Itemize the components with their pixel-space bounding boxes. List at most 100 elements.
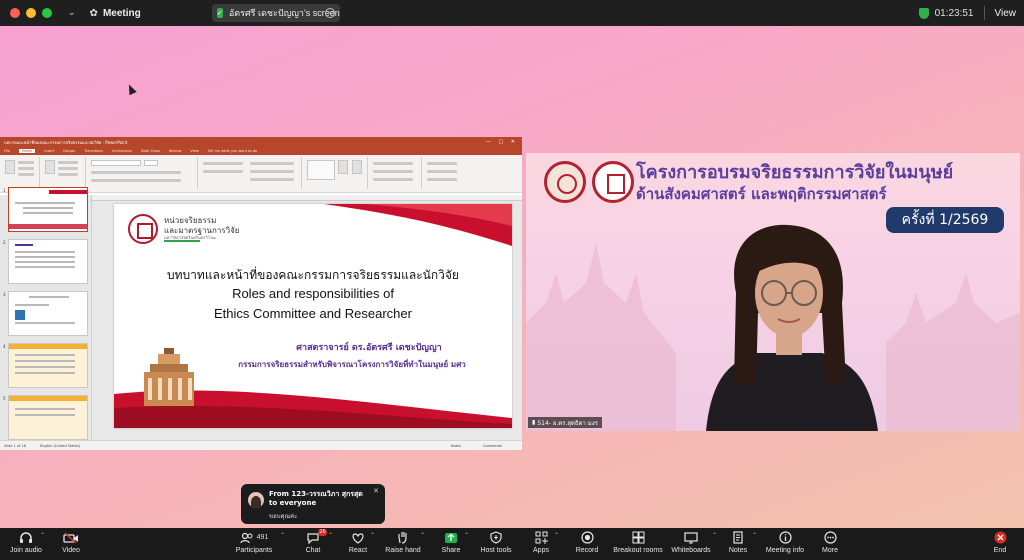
meeting-title-bar: ⌄ ✿ Meeting ✓ อัตรศรี เดชะปัญญา's screen… [0, 0, 1024, 26]
ppt-tab-transitions[interactable]: Transitions [84, 149, 103, 153]
meeting-timer: 01:23:51 [934, 7, 974, 19]
avatar [248, 492, 264, 508]
app-title: Meeting [102, 7, 141, 19]
raise-hand-options-chevron-icon[interactable]: ⌃ [420, 532, 425, 539]
react-button[interactable]: React [344, 528, 372, 560]
ppt-tab-file[interactable]: File [4, 149, 10, 153]
participant-video-tile[interactable]: โครงการอบรมจริยธรรมการวิจัยในมนุษย์ ด้าน… [526, 153, 1020, 431]
end-meeting-button[interactable]: End [990, 528, 1010, 560]
people-icon [240, 532, 253, 543]
ppt-ribbon-tabs: File Home Insert Design Transitions Anim… [0, 147, 522, 155]
view-button[interactable]: View [995, 8, 1017, 19]
close-icon[interactable]: ✕ [373, 487, 379, 495]
university-logo-icon [128, 214, 158, 244]
whiteboard-icon [684, 531, 698, 543]
meeting-toolbar: Join audio ⌃ Video 491 Participants ⌃ Ch… [0, 528, 1024, 560]
video-off-icon [63, 531, 78, 544]
ethics-unit-logo-icon [592, 161, 634, 203]
record-button[interactable]: Record [574, 528, 600, 560]
ppt-slide-canvas[interactable]: หน่วยจริยธรรม และมาตรฐานการวิจัย มหาวิทย… [92, 201, 522, 440]
ppt-tab-review[interactable]: Review [169, 149, 182, 153]
chat-notification[interactable]: From 123-วรรณวิภา สุกรสุด to everyone ขอ… [241, 484, 385, 524]
ppt-slide-thumbnails[interactable]: 1 2 3 4 5 [0, 187, 92, 440]
ppt-tab-slideshow[interactable]: Slide Show [141, 149, 160, 153]
share-button[interactable]: Share [438, 528, 464, 560]
institution-logo-icon [544, 161, 586, 203]
slide-thumbnail[interactable]: 4 [3, 343, 88, 388]
whiteboards-button[interactable]: Whiteboards [670, 528, 712, 560]
status-notes-button[interactable]: Notes [451, 444, 461, 448]
presenter-figure [706, 224, 878, 431]
security-shield-icon[interactable] [918, 7, 929, 19]
host-tools-button[interactable]: Host tools [478, 528, 514, 560]
headphones-icon [20, 531, 32, 543]
current-slide[interactable]: หน่วยจริยธรรม และมาตรฐานการวิจัย มหาวิทย… [114, 204, 512, 428]
ribbon-group-slides[interactable] [42, 157, 86, 189]
notes-options-chevron-icon[interactable]: ⌃ [752, 532, 757, 539]
ppt-tab-insert[interactable]: Insert [44, 149, 54, 153]
breakout-rooms-button[interactable]: Breakout rooms [612, 528, 664, 560]
more-icon [823, 531, 837, 544]
status-language[interactable]: English (United States) [40, 444, 80, 448]
ribbon-group-editing[interactable] [424, 157, 468, 189]
participant-name-tag: ▮ 514- อ.ดร.สุดธิดา มงร [528, 417, 602, 428]
slide-thumbnail[interactable]: 3 [3, 291, 88, 336]
record-icon [580, 531, 594, 544]
chevron-down-icon[interactable]: ⌄ [68, 8, 76, 18]
ppt-tab-animations[interactable]: Animations [112, 149, 132, 153]
ppt-window-title: บทบาทและหน้าที่ของคณะกรรมการจริยธรรมและน… [4, 139, 128, 145]
close-window-button[interactable] [10, 8, 20, 18]
ppt-window-controls[interactable]: — □ ✕ [486, 139, 518, 145]
slide-thumbnail[interactable]: 2 [3, 239, 88, 284]
slide-thumbnail[interactable]: 1 [3, 187, 88, 232]
ppt-status-bar: Slide 1 of 18 English (United States) No… [0, 440, 522, 450]
more-options-icon[interactable]: ⋯ [325, 8, 335, 18]
zoom-window-button[interactable] [42, 8, 52, 18]
slide-committee: กรรมการจริยธรรมสำหรับพิจารณาโครงการวิจัย… [238, 360, 466, 369]
ppt-tell-me[interactable]: Tell me what you want to do [208, 149, 257, 153]
apps-icon [535, 531, 548, 544]
slide-title-thai: บทบาทและหน้าที่ของคณะกรรมการจริยธรรมและน… [167, 268, 459, 282]
react-options-chevron-icon[interactable]: ⌃ [370, 532, 375, 539]
participant-count: 491 [256, 534, 269, 541]
ribbon-group-drawing[interactable] [304, 157, 368, 189]
share-indicator-label: อัตรศรี เดชะปัญญา's screen [228, 8, 340, 18]
meeting-info-button[interactable]: Meeting info [764, 528, 806, 560]
status-slide-count: Slide 1 of 18 [4, 443, 26, 448]
ribbon-group-font[interactable] [88, 157, 198, 189]
ribbon-group-paragraph[interactable] [200, 157, 302, 189]
round-badge: ครั้งที่ 1/2569 [886, 207, 1004, 233]
chat-message: ขอบคุณค่ะ [269, 513, 298, 520]
signal-bars-icon: ▮ [532, 419, 536, 426]
shield-icon [490, 531, 502, 544]
shield-check-icon: ✓ [217, 8, 223, 18]
minimize-window-button[interactable] [26, 8, 36, 18]
more-button[interactable]: More [818, 528, 842, 560]
divider [983, 6, 985, 20]
notes-button[interactable]: Notes [726, 528, 750, 560]
heart-icon [352, 532, 364, 544]
raise-hand-button[interactable]: Raise hand [384, 528, 422, 560]
ppt-tab-view[interactable]: View [190, 149, 198, 153]
ribbon-group-clipboard[interactable] [2, 157, 40, 189]
status-comments-button[interactable]: Comments [483, 444, 502, 448]
ppt-tab-home[interactable]: Home [18, 149, 36, 153]
slide-author: ศาสตราจารย์ ดร.อัตรศรี เดชะปัญญา [296, 343, 442, 353]
ppt-tab-design[interactable]: Design [63, 149, 75, 153]
whiteboards-options-chevron-icon[interactable]: ⌃ [712, 532, 717, 539]
share-options-chevron-icon[interactable]: ⌃ [464, 532, 469, 539]
apps-button[interactable]: Apps [530, 528, 552, 560]
shared-powerpoint-window: บทบาทและหน้าที่ของคณะกรรมการจริยธรรมและน… [0, 137, 522, 450]
screen-share-indicator[interactable]: ✓ อัตรศรี เดชะปัญญา's screen ⋯ [212, 4, 340, 22]
participants-button[interactable]: 491 Participants [232, 528, 276, 560]
video-button[interactable]: Video [56, 528, 86, 560]
join-audio-button[interactable]: Join audio [10, 528, 42, 560]
slide-thumbnail[interactable]: 5 [3, 395, 88, 440]
chat-unread-badge: 26 [318, 529, 327, 536]
paw-icon: ✿ [89, 7, 98, 19]
chat-options-chevron-icon[interactable]: ⌃ [328, 532, 333, 539]
apps-options-chevron-icon[interactable]: ⌃ [554, 532, 559, 539]
audio-options-chevron-icon[interactable]: ⌃ [40, 532, 45, 539]
participants-options-chevron-icon[interactable]: ⌃ [280, 532, 285, 539]
ribbon-group-shape-style[interactable] [370, 157, 422, 189]
